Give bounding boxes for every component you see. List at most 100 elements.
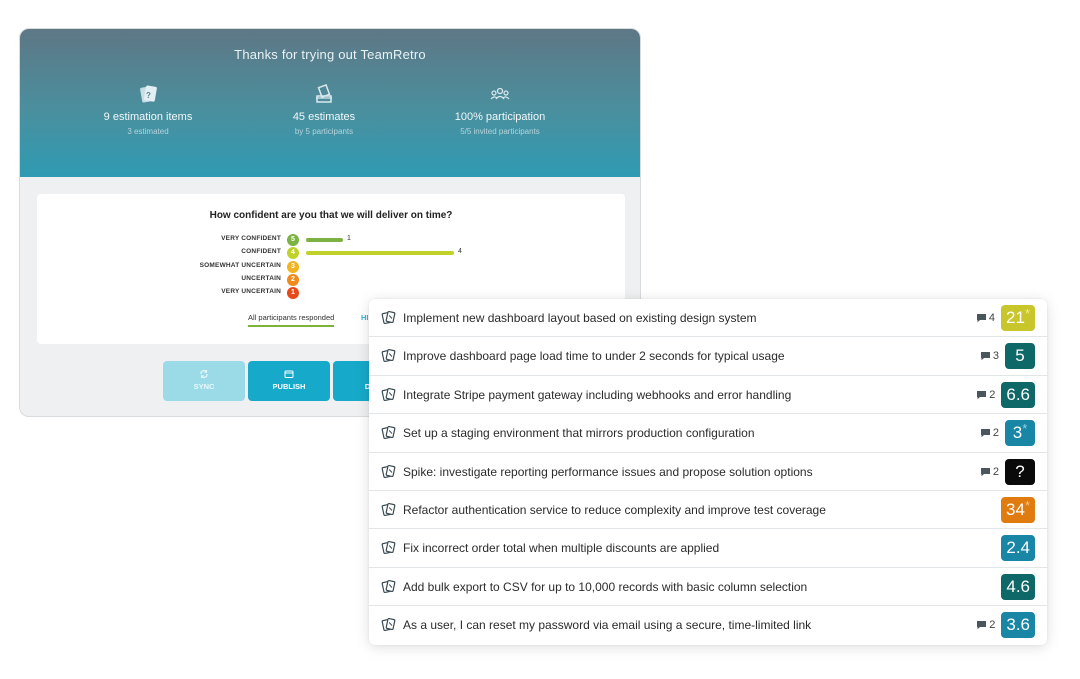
- item-title: As a user, I can reset my password via e…: [403, 618, 812, 633]
- cards-icon: [381, 426, 396, 440]
- comment-count-value: 2: [992, 465, 999, 478]
- cards-icon: [381, 541, 396, 555]
- cards-icon: [381, 579, 396, 593]
- vote-option-label: VERY CONFIDENT: [221, 235, 281, 242]
- summary-title: Thanks for trying out TeamRetro: [234, 47, 426, 62]
- ballot-box-icon: [316, 83, 332, 103]
- vote-count: 4: [458, 248, 462, 256]
- stat-participation: 100% participation 5/5 invited participa…: [415, 83, 585, 136]
- item-title: Fix incorrect order total when multiple …: [403, 541, 720, 556]
- participants-icon: [490, 87, 510, 100]
- stat-sub: by 5 participants: [294, 127, 354, 136]
- cards-icon: [381, 387, 396, 401]
- vote-option-label: VERY UNCERTAIN: [221, 288, 281, 296]
- item-title: Integrate Stripe payment gateway includi…: [403, 387, 792, 402]
- item-title: Improve dashboard page load time to unde…: [403, 349, 785, 364]
- comment-icon: [977, 390, 987, 400]
- estimation-item-row[interactable]: Add bulk export to CSV for up to 10,000 …: [369, 568, 1047, 607]
- vote-count: 1: [347, 235, 351, 242]
- stat-main: 100% participation: [454, 111, 546, 123]
- estimation-item-row[interactable]: Refactor authentication service to reduc…: [369, 491, 1047, 530]
- estimate-score-value: 21: [1006, 308, 1025, 327]
- tab-hidden[interactable]: HI: [361, 313, 369, 322]
- summary-header: Thanks for trying out TeamRetro ? 9 esti…: [20, 29, 640, 177]
- stat-sub: 3 estimated: [127, 127, 169, 136]
- vote-row: SOMEWHAT UNCERTAIN 3: [37, 260, 625, 273]
- vote-value-badge: 5: [287, 234, 299, 246]
- estimate-score-badge: 3.6: [1001, 612, 1035, 639]
- vote-row: CONFIDENT 4 4: [37, 247, 625, 260]
- vote-bar: [306, 251, 454, 256]
- estimation-items-list: Implement new dashboard layout based on …: [369, 299, 1047, 645]
- cards-icon: [381, 618, 396, 632]
- cards-icon: [381, 502, 396, 517]
- asterisk-icon: *: [1024, 306, 1030, 321]
- asterisk-icon: *: [1022, 421, 1028, 437]
- comment-count[interactable]: 4: [976, 312, 995, 324]
- estimation-item-row[interactable]: Improve dashboard page load time to unde…: [369, 337, 1047, 376]
- item-title: Add bulk export to CSV for up to 10,000 …: [403, 579, 808, 594]
- cards-icon: [381, 464, 396, 478]
- cards-icon: [381, 310, 396, 325]
- vote-value-badge: 3: [287, 260, 299, 273]
- estimation-item-row[interactable]: Set up a staging environment that mirror…: [369, 414, 1047, 453]
- estimate-score-value: 5: [1015, 346, 1025, 366]
- vote-value-badge: 4: [287, 247, 299, 260]
- estimation-item-row[interactable]: Spike: investigate reporting performance…: [369, 453, 1047, 491]
- tab-all-participants[interactable]: All participants responded: [248, 313, 335, 327]
- question-title: How confident are you that we will deliv…: [209, 210, 453, 221]
- vote-option-label: SOMEWHAT UNCERTAIN: [199, 261, 281, 269]
- item-title: Refactor authentication service to reduc…: [403, 503, 826, 517]
- stat-sub: 5/5 invited participants: [460, 127, 540, 136]
- vote-value-badge: 2: [287, 273, 299, 286]
- stat-main: 9 estimation items: [103, 111, 193, 123]
- stat-main: 45 estimates: [292, 111, 356, 123]
- comment-icon: [980, 429, 990, 438]
- asterisk-icon: *: [1024, 498, 1030, 513]
- cards-icon: ?: [140, 85, 157, 103]
- cards-icon: [381, 349, 396, 363]
- comment-count-value: 3: [992, 350, 999, 363]
- comment-count[interactable]: 2: [976, 619, 995, 631]
- sync-button[interactable]: SYNC: [163, 361, 245, 401]
- estimate-score-value: 34: [1006, 500, 1025, 519]
- comment-count-value: 2: [989, 619, 996, 632]
- estimate-score-badge: 34*: [1001, 497, 1035, 523]
- estimation-item-row[interactable]: Fix incorrect order total when multiple …: [369, 529, 1047, 568]
- comment-count-value: 2: [992, 427, 999, 440]
- comment-icon: [980, 352, 990, 361]
- comment-icon: [976, 314, 986, 323]
- publish-icon: [284, 370, 294, 378]
- estimate-score-value: 6.6: [1006, 384, 1030, 404]
- vote-bar: [306, 238, 343, 242]
- vote-value-badge: 1: [287, 287, 299, 300]
- estimate-score-badge: 3*: [1005, 420, 1035, 447]
- estimation-item-row[interactable]: Integrate Stripe payment gateway includi…: [369, 376, 1047, 415]
- comment-count-value: 2: [989, 388, 996, 401]
- comment-count[interactable]: 2: [980, 427, 999, 439]
- vote-row: VERY UNCERTAIN 1: [37, 287, 625, 300]
- publish-label: PUBLISH: [272, 382, 306, 391]
- sync-label: SYNC: [193, 382, 215, 391]
- item-title: Implement new dashboard layout based on …: [403, 311, 757, 325]
- publish-button[interactable]: PUBLISH: [248, 361, 330, 401]
- comment-count[interactable]: 2: [980, 466, 999, 478]
- estimation-item-row[interactable]: As a user, I can reset my password via e…: [369, 606, 1047, 644]
- estimate-score-badge: 5: [1005, 343, 1035, 370]
- stat-estimates: 45 estimates by 5 participants: [239, 83, 409, 136]
- estimate-score-badge: ?: [1005, 458, 1035, 485]
- comment-count-value: 4: [988, 312, 996, 324]
- vote-row: UNCERTAIN 2: [37, 273, 625, 286]
- vote-option-label: CONFIDENT: [241, 248, 281, 256]
- svg-text:?: ?: [146, 91, 151, 100]
- vote-option-label: UNCERTAIN: [241, 274, 281, 282]
- estimate-score-value: 3.6: [1006, 615, 1030, 635]
- comment-count[interactable]: 2: [976, 389, 995, 401]
- estimate-score-badge: 21*: [1001, 305, 1035, 331]
- estimate-score-badge: 4.6: [1001, 573, 1035, 600]
- item-title: Spike: investigate reporting performance…: [403, 464, 813, 479]
- comment-count[interactable]: 3: [980, 350, 999, 362]
- estimate-score-badge: 2.4: [1001, 535, 1035, 562]
- estimation-item-row[interactable]: Implement new dashboard layout based on …: [369, 299, 1047, 338]
- comment-icon: [977, 621, 987, 630]
